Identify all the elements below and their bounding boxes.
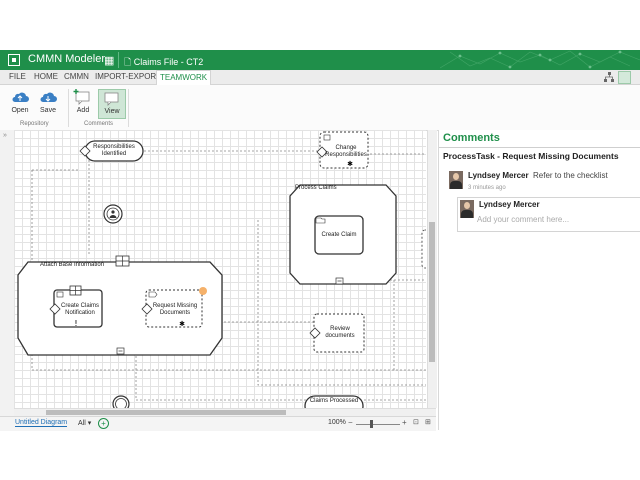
open-button[interactable]: Open [7, 89, 33, 117]
comment-task-title: ProcessTask - Request Missing Documents [443, 151, 619, 161]
diagram-tab[interactable]: Untitled Diagram [15, 419, 68, 427]
save-label: Save [40, 107, 56, 114]
comment-author: Lyndsey Mercer [468, 171, 529, 180]
app-title: CMMN Modeler [28, 53, 106, 65]
label-change-responsibilities: Change Responsibilities [325, 145, 367, 158]
palette-strip[interactable]: » [0, 130, 15, 420]
grid-icon[interactable]: ▦ [104, 54, 114, 67]
title-separator [118, 52, 119, 68]
group-comments: Comments [84, 121, 114, 127]
view-comments-button[interactable]: View [98, 89, 126, 119]
ribbon-separator [68, 89, 69, 127]
comments-divider [439, 147, 640, 148]
diagram-canvas[interactable]: ✱ ! ✱ Responsibilities Identified Change… [14, 130, 426, 408]
comments-panel: Comments ProcessTask - Request Missing D… [438, 130, 640, 430]
save-button[interactable]: Save [35, 89, 61, 117]
cloud-save-icon [40, 92, 57, 102]
ribbon-separator [128, 89, 129, 127]
ribbon: Open Save Repository Add View Comments [0, 85, 640, 131]
reply-author: Lyndsey Mercer [479, 200, 540, 209]
file-name[interactable]: 🗋 Claims File - CT2 [124, 55, 203, 70]
menu-file[interactable]: FILE [9, 72, 26, 81]
menu-bar: FILE HOME CMMN IMPORT-EXPORT TEAMWORK [0, 70, 640, 85]
label-process-claims: Process Claims [295, 185, 337, 191]
label-create-claims-notification: Create Claims Notification [60, 303, 99, 316]
status-bar: Untitled Diagram All ▾ + 100% − + ⊡ ⊞ [0, 416, 436, 431]
label-request-missing-documents: Request Missing Documents [152, 303, 198, 316]
vertical-scrollbar[interactable] [427, 130, 437, 408]
group-repository: Repository [20, 121, 49, 127]
zoom-level: 100% [328, 419, 346, 426]
label-attach-base-info: Attach Base Information [40, 262, 105, 268]
zoom-slider[interactable] [356, 424, 400, 425]
comment-add-icon [73, 89, 90, 105]
open-label: Open [11, 107, 29, 114]
comment-view-icon [104, 92, 119, 106]
zoom-in-icon[interactable]: + [402, 418, 407, 427]
comments-title: Comments [443, 132, 500, 144]
avatar [449, 171, 463, 189]
folder-icon [8, 54, 20, 66]
menu-cmmn[interactable]: CMMN [64, 72, 89, 81]
add-diagram-icon[interactable]: + [98, 418, 109, 429]
label-create-claim: Create Claim [321, 232, 357, 238]
label-claims-processed: Claims Processed [309, 398, 359, 404]
network-decoration [440, 50, 640, 69]
comment-text: Refer to the checklist [533, 171, 608, 180]
hierarchy-icon[interactable] [604, 72, 614, 82]
svg-text:✱: ✱ [347, 160, 353, 168]
filter-value: All [78, 420, 86, 427]
title-bar: CMMN Modeler ▦ 🗋 Claims File - CT2 [0, 50, 640, 70]
filter-select[interactable]: All ▾ [78, 419, 91, 427]
fit-width-icon[interactable]: ⊞ [425, 418, 431, 426]
horizontal-scroll-thumb[interactable] [46, 410, 286, 415]
svg-text:!: ! [74, 319, 77, 328]
add-comment-button[interactable]: Add [70, 89, 96, 117]
cloud-open-icon [12, 92, 29, 102]
vertical-scroll-thumb[interactable] [429, 222, 435, 362]
avatar [460, 200, 474, 218]
zoom-out-icon[interactable]: − [348, 418, 353, 427]
zoom-slider-knob[interactable] [370, 420, 373, 428]
comment-input[interactable]: Add your comment here... [477, 215, 569, 224]
menu-home[interactable]: HOME [34, 72, 58, 81]
label-review-documents: Review documents [325, 326, 355, 339]
menu-import-export[interactable]: IMPORT-EXPORT [95, 72, 161, 81]
add-label: Add [76, 107, 90, 114]
settings-icon[interactable] [618, 71, 631, 84]
file-icon: 🗋 [124, 57, 132, 67]
svg-text:✱: ✱ [179, 320, 185, 328]
file-name-label: Claims File - CT2 [133, 57, 204, 67]
diagram: ✱ ! ✱ [17, 131, 426, 408]
expand-icon[interactable]: » [3, 132, 7, 139]
event-listener-icon[interactable] [112, 395, 130, 408]
label-responsibilities: Responsibilities Identified [93, 144, 135, 157]
comment-time: 3 minutes ago [468, 185, 506, 191]
comment-marker[interactable] [199, 287, 207, 295]
fit-page-icon[interactable]: ⊡ [413, 418, 419, 426]
menu-teamwork[interactable]: TEAMWORK [156, 70, 212, 85]
view-label: View [104, 108, 120, 115]
